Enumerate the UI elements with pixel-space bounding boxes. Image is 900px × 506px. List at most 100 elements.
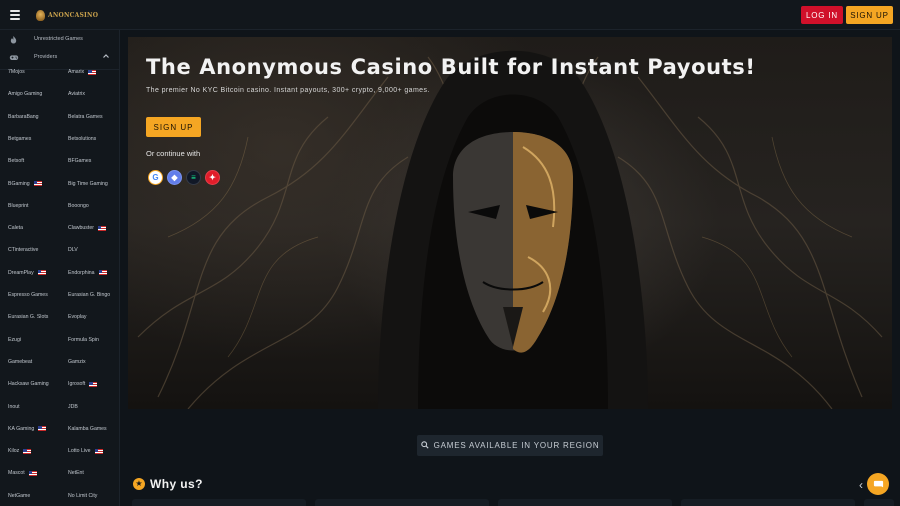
hero-signup-button[interactable]: SIGN UP: [146, 117, 201, 137]
us-flag-icon: [97, 225, 106, 231]
sidebar-provider-item[interactable]: NetEnt: [68, 470, 84, 476]
us-flag-icon: [33, 181, 42, 186]
sidebar-provider-item[interactable]: CTinteractive: [8, 247, 38, 253]
chat-button[interactable]: [867, 473, 889, 495]
provider-name: Amarix: [68, 69, 85, 75]
sidebar-provider-item[interactable]: Eurasian G. Bingo: [68, 292, 110, 298]
us-flag-icon: [88, 69, 97, 75]
sidebar: Unrestricted Games Providers 7Mojos Amari…: [0, 30, 120, 506]
sidebar-provider-item[interactable]: Belatra Games: [68, 114, 103, 120]
logo-mask-icon: [36, 9, 45, 21]
sidebar-provider-item[interactable]: Hacksaw Gaming: [8, 381, 49, 387]
provider-name: Ezugi: [8, 336, 21, 343]
sidebar-provider-item[interactable]: Lotto Live: [68, 448, 103, 454]
sidebar-provider-item[interactable]: Aviatrix: [68, 91, 85, 97]
provider-name: Betsoft: [8, 158, 25, 165]
sidebar-provider-item[interactable]: Gamzix: [68, 359, 86, 365]
provider-name: Endorphina: [68, 269, 95, 276]
sidebar-provider-item[interactable]: Booongo: [68, 203, 89, 209]
sidebar-provider-item[interactable]: DreamPlay: [8, 270, 46, 276]
sidebar-provider-item[interactable]: Caleta: [8, 225, 23, 231]
sidebar-provider-item[interactable]: BarbaraBang: [8, 114, 39, 120]
chat-icon: [873, 480, 883, 487]
sidebar-provider-item[interactable]: Ezugi: [8, 337, 21, 343]
sidebar-provider-item[interactable]: Blueprint: [8, 203, 28, 209]
us-flag-icon: [98, 270, 107, 276]
sidebar-provider-item[interactable]: NetGame: [8, 493, 30, 499]
solana-login-icon[interactable]: ≡: [186, 170, 201, 185]
provider-name: NetEnt: [68, 470, 84, 477]
menu-icon[interactable]: [10, 10, 20, 20]
us-flag-icon: [23, 448, 32, 454]
sidebar-provider-item[interactable]: 7Mojos: [8, 69, 25, 75]
sidebar-provider-item[interactable]: Clawbuster: [68, 225, 106, 231]
why-us-heading: ★ Why us?: [133, 477, 203, 491]
sidebar-provider-item[interactable]: Espresso Games: [8, 292, 48, 298]
sidebar-provider-item[interactable]: JDB: [68, 404, 78, 410]
sidebar-provider-item[interactable]: Inout: [8, 404, 20, 410]
games-region-button[interactable]: GAMES AVAILABLE IN YOUR REGION: [417, 435, 603, 456]
sidebar-provider-item[interactable]: DLV: [68, 247, 78, 253]
sidebar-provider-item[interactable]: Betsoft: [8, 158, 24, 164]
sidebar-provider-item[interactable]: Amarix: [68, 69, 97, 75]
sidebar-provider-item[interactable]: BGaming: [8, 181, 42, 187]
sidebar-item-unrestricted-games[interactable]: Unrestricted Games: [0, 30, 119, 48]
sidebar-provider-item[interactable]: Evoplay: [68, 314, 86, 320]
sidebar-item-providers[interactable]: Providers: [0, 48, 119, 66]
provider-name: Clawbuster: [68, 225, 94, 232]
provider-name: Igrosoft: [68, 381, 86, 388]
provider-name: Big Time Gaming: [68, 180, 108, 187]
provider-name: Gamebeat: [8, 358, 33, 365]
hero-title: The Anonymous Casino Built for Instant P…: [146, 55, 756, 79]
provider-name: Belatra Games: [68, 113, 103, 120]
sidebar-provider-item[interactable]: Big Time Gaming: [68, 181, 108, 187]
provider-name: Hacksaw Gaming: [8, 381, 49, 388]
provider-name: DreamPlay: [8, 269, 34, 276]
sidebar-provider-item[interactable]: Betsolutions: [68, 136, 96, 142]
carousel-prev-icon[interactable]: ‹: [859, 478, 863, 492]
feature-card: [498, 499, 672, 506]
provider-name: Formula Spin: [68, 336, 99, 343]
sidebar-provider-item[interactable]: Kalamba Games: [68, 426, 107, 432]
provider-name: Booongo: [68, 202, 89, 209]
provider-name: Mascot: [8, 470, 25, 477]
sidebar-provider-item[interactable]: Endorphina: [68, 270, 107, 276]
hero-subtitle: The premier No KYC Bitcoin casino. Insta…: [146, 87, 430, 94]
sidebar-item-label: Providers: [34, 54, 58, 60]
other-login-icon[interactable]: ✦: [205, 170, 220, 185]
provider-name: 7Mojos: [8, 69, 25, 75]
top-bar: ANONCASINO LOG IN SIGN UP: [0, 0, 900, 30]
sidebar-provider-item[interactable]: Eurasian G. Slots: [8, 314, 48, 320]
logo-text: ANONCASINO: [48, 11, 99, 19]
provider-name: Evoplay: [68, 314, 87, 321]
login-button[interactable]: LOG IN: [801, 6, 843, 24]
sidebar-provider-item[interactable]: Mascot: [8, 470, 37, 476]
us-flag-icon: [94, 448, 103, 454]
sidebar-provider-item[interactable]: BFGames: [68, 158, 91, 164]
feature-card: [315, 499, 489, 506]
google-login-icon[interactable]: G: [148, 170, 163, 185]
us-flag-icon: [37, 270, 46, 276]
sidebar-provider-item[interactable]: Kiloz: [8, 448, 32, 455]
provider-name: Blueprint: [8, 202, 29, 209]
sidebar-provider-item[interactable]: Igrosoft: [68, 381, 98, 388]
sidebar-provider-item[interactable]: Betgames: [8, 136, 31, 142]
sidebar-provider-item[interactable]: No Limit City: [68, 493, 97, 499]
provider-name: Caleta: [8, 225, 23, 232]
sidebar-provider-item[interactable]: Amigo Gaming: [8, 91, 42, 97]
why-us-title: Why us?: [150, 477, 203, 491]
provider-name: Eurasian G. Slots: [8, 314, 49, 321]
sidebar-provider-item[interactable]: KA Gaming: [8, 426, 47, 432]
sidebar-provider-item[interactable]: Formula Spin: [68, 337, 99, 343]
provider-name: Inout: [8, 403, 20, 410]
logo[interactable]: ANONCASINO: [36, 8, 98, 22]
ethereum-login-icon[interactable]: ◆: [167, 170, 182, 185]
gamepad-icon: [9, 53, 19, 62]
sidebar-provider-item[interactable]: Gamebeat: [8, 359, 32, 365]
provider-name: Kiloz: [8, 448, 20, 455]
signup-button[interactable]: SIGN UP: [846, 6, 893, 24]
provider-name: CTinteractive: [8, 247, 39, 254]
provider-name: BarbaraBang: [8, 113, 39, 120]
chevron-up-icon[interactable]: [102, 52, 110, 60]
feature-card: [681, 499, 855, 506]
